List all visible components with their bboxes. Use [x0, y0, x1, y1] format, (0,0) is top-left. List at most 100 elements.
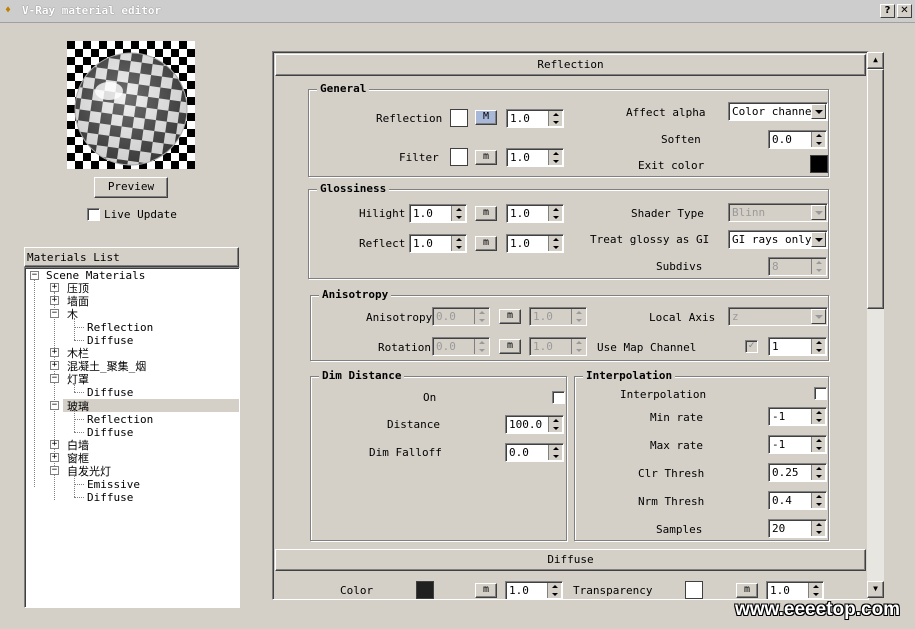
preview-button[interactable]: Preview — [94, 177, 168, 198]
reflection-spinner[interactable]: 1.0 — [506, 109, 564, 128]
use-map-channel-spinner[interactable]: 1 — [768, 337, 827, 356]
spinner-arrows-icon[interactable] — [548, 150, 562, 165]
anisotropy-spinner[interactable]: 0.0 — [432, 307, 490, 326]
use-map-channel-checkbox[interactable]: ✓ — [745, 340, 758, 353]
tree-item[interactable]: 木 — [67, 306, 78, 322]
spinner-arrows-icon[interactable] — [548, 236, 562, 251]
clr-thresh-spinner[interactable]: 0.25 — [768, 463, 827, 482]
materials-tree[interactable]: − Scene Materials + 压顶 + 墙面 − 木 Reflecti… — [24, 267, 240, 608]
local-axis-dropdown[interactable]: z — [728, 307, 828, 326]
tree-item[interactable]: 灯罩 — [67, 371, 89, 387]
collapse-icon[interactable]: − — [50, 309, 59, 318]
subdivs-spinner[interactable]: 8 — [768, 257, 827, 276]
collapse-icon[interactable]: − — [50, 374, 59, 383]
scroll-down-button[interactable]: ▼ — [867, 581, 884, 598]
spinner-arrows-icon[interactable] — [571, 339, 585, 354]
vertical-scrollbar[interactable]: ▲ ▼ — [867, 52, 884, 598]
spinner-arrows-icon[interactable] — [451, 206, 465, 221]
samples-spinner[interactable]: 20 — [768, 519, 827, 538]
tree-subitem[interactable]: Emissive — [87, 478, 140, 491]
transparency-map-button[interactable]: m — [736, 583, 758, 598]
reflection-color-swatch[interactable] — [450, 109, 468, 127]
live-update-checkbox[interactable] — [87, 208, 100, 221]
diffuse-color-swatch[interactable] — [416, 581, 434, 599]
hilight-spinner[interactable]: 1.0 — [409, 204, 467, 223]
min-rate-spinner[interactable]: -1 — [768, 407, 827, 426]
tree-subitem[interactable]: Reflection — [87, 413, 153, 426]
reflect-spinner[interactable]: 1.0 — [409, 234, 467, 253]
filter-color-swatch[interactable] — [450, 148, 468, 166]
dim-on-checkbox[interactable] — [552, 391, 565, 404]
reflection-rollout-header[interactable]: Reflection — [275, 54, 866, 76]
collapse-icon[interactable]: − — [50, 401, 59, 410]
rotation-map-button[interactable]: m — [499, 339, 521, 354]
diffuse-rollout-header[interactable]: Diffuse — [275, 549, 866, 571]
spinner-arrows-icon[interactable] — [548, 111, 562, 126]
tree-subitem[interactable]: Diffuse — [87, 386, 133, 399]
anisotropy-spinner-2[interactable]: 1.0 — [529, 307, 587, 326]
chevron-down-icon[interactable] — [811, 205, 826, 220]
spinner-arrows-icon[interactable] — [811, 437, 825, 452]
spinner-arrows-icon[interactable] — [811, 132, 825, 147]
spinner-arrows-icon[interactable] — [811, 409, 825, 424]
spinner-arrows-icon[interactable] — [571, 309, 585, 324]
expand-icon[interactable]: + — [50, 361, 59, 370]
anisotropy-map-button[interactable]: m — [499, 309, 521, 324]
filter-spinner[interactable]: 1.0 — [506, 148, 564, 167]
spinner-arrows-icon[interactable] — [808, 583, 822, 598]
chevron-down-icon[interactable] — [811, 309, 826, 324]
dim-falloff-spinner[interactable]: 0.0 — [505, 443, 564, 462]
expand-icon[interactable]: + — [50, 453, 59, 462]
shader-type-dropdown[interactable]: Blinn — [728, 203, 828, 222]
treat-glossy-dropdown[interactable]: GI rays only — [728, 230, 828, 249]
spinner-arrows-icon[interactable] — [811, 465, 825, 480]
spinner-arrows-icon[interactable] — [811, 339, 825, 354]
distance-spinner[interactable]: 100.0 — [505, 415, 564, 434]
interpolation-checkbox[interactable] — [814, 387, 827, 400]
collapse-icon[interactable]: − — [50, 466, 59, 475]
spinner-arrows-icon[interactable] — [811, 493, 825, 508]
expand-icon[interactable]: + — [50, 283, 59, 292]
affect-alpha-dropdown[interactable]: Color channel — [728, 102, 828, 121]
expand-icon[interactable]: + — [50, 348, 59, 357]
help-button[interactable]: ? — [880, 4, 895, 18]
spinner-arrows-icon[interactable] — [548, 417, 562, 432]
expand-icon[interactable]: + — [50, 296, 59, 305]
tree-item-selected[interactable]: 玻璃 — [67, 398, 89, 414]
rotation-spinner[interactable]: 0.0 — [432, 337, 490, 356]
chevron-down-icon[interactable] — [811, 104, 826, 119]
max-rate-spinner[interactable]: -1 — [768, 435, 827, 454]
exit-color-swatch[interactable] — [810, 155, 828, 173]
tree-subitem[interactable]: Reflection — [87, 321, 153, 334]
transparency-spinner[interactable]: 1.0 — [766, 581, 824, 599]
chevron-down-icon[interactable] — [811, 232, 826, 247]
spinner-arrows-icon[interactable] — [548, 445, 562, 460]
spinner-arrows-icon[interactable] — [811, 259, 825, 274]
transparency-color-swatch[interactable] — [685, 581, 703, 599]
rotation-spinner-2[interactable]: 1.0 — [529, 337, 587, 356]
spinner-arrows-icon[interactable] — [474, 309, 488, 324]
spinner-arrows-icon[interactable] — [547, 583, 561, 598]
spinner-arrows-icon[interactable] — [474, 339, 488, 354]
diffuse-color-map-button[interactable]: m — [475, 583, 497, 598]
hilight-spinner-2[interactable]: 1.0 — [506, 204, 564, 223]
tree-subitem[interactable]: Diffuse — [87, 491, 133, 504]
soften-spinner[interactable]: 0.0 — [768, 130, 827, 149]
reflect-map-button[interactable]: m — [475, 236, 497, 251]
expand-icon[interactable]: + — [50, 440, 59, 449]
reflection-map-button[interactable]: M — [475, 110, 497, 125]
filter-map-button[interactable]: m — [475, 150, 497, 165]
hilight-map-button[interactable]: m — [475, 206, 497, 221]
tree-root[interactable]: Scene Materials — [46, 269, 145, 282]
nrm-thresh-spinner[interactable]: 0.4 — [768, 491, 827, 510]
tree-subitem[interactable]: Diffuse — [87, 426, 133, 439]
spinner-arrows-icon[interactable] — [548, 206, 562, 221]
spinner-arrows-icon[interactable] — [451, 236, 465, 251]
spinner-arrows-icon[interactable] — [811, 521, 825, 536]
reflect-spinner-2[interactable]: 1.0 — [506, 234, 564, 253]
scroll-up-button[interactable]: ▲ — [867, 52, 884, 69]
close-button[interactable]: ✕ — [897, 4, 912, 18]
tree-subitem[interactable]: Diffuse — [87, 334, 133, 347]
scroll-thumb[interactable] — [867, 69, 884, 309]
diffuse-color-spinner[interactable]: 1.0 — [505, 581, 563, 599]
